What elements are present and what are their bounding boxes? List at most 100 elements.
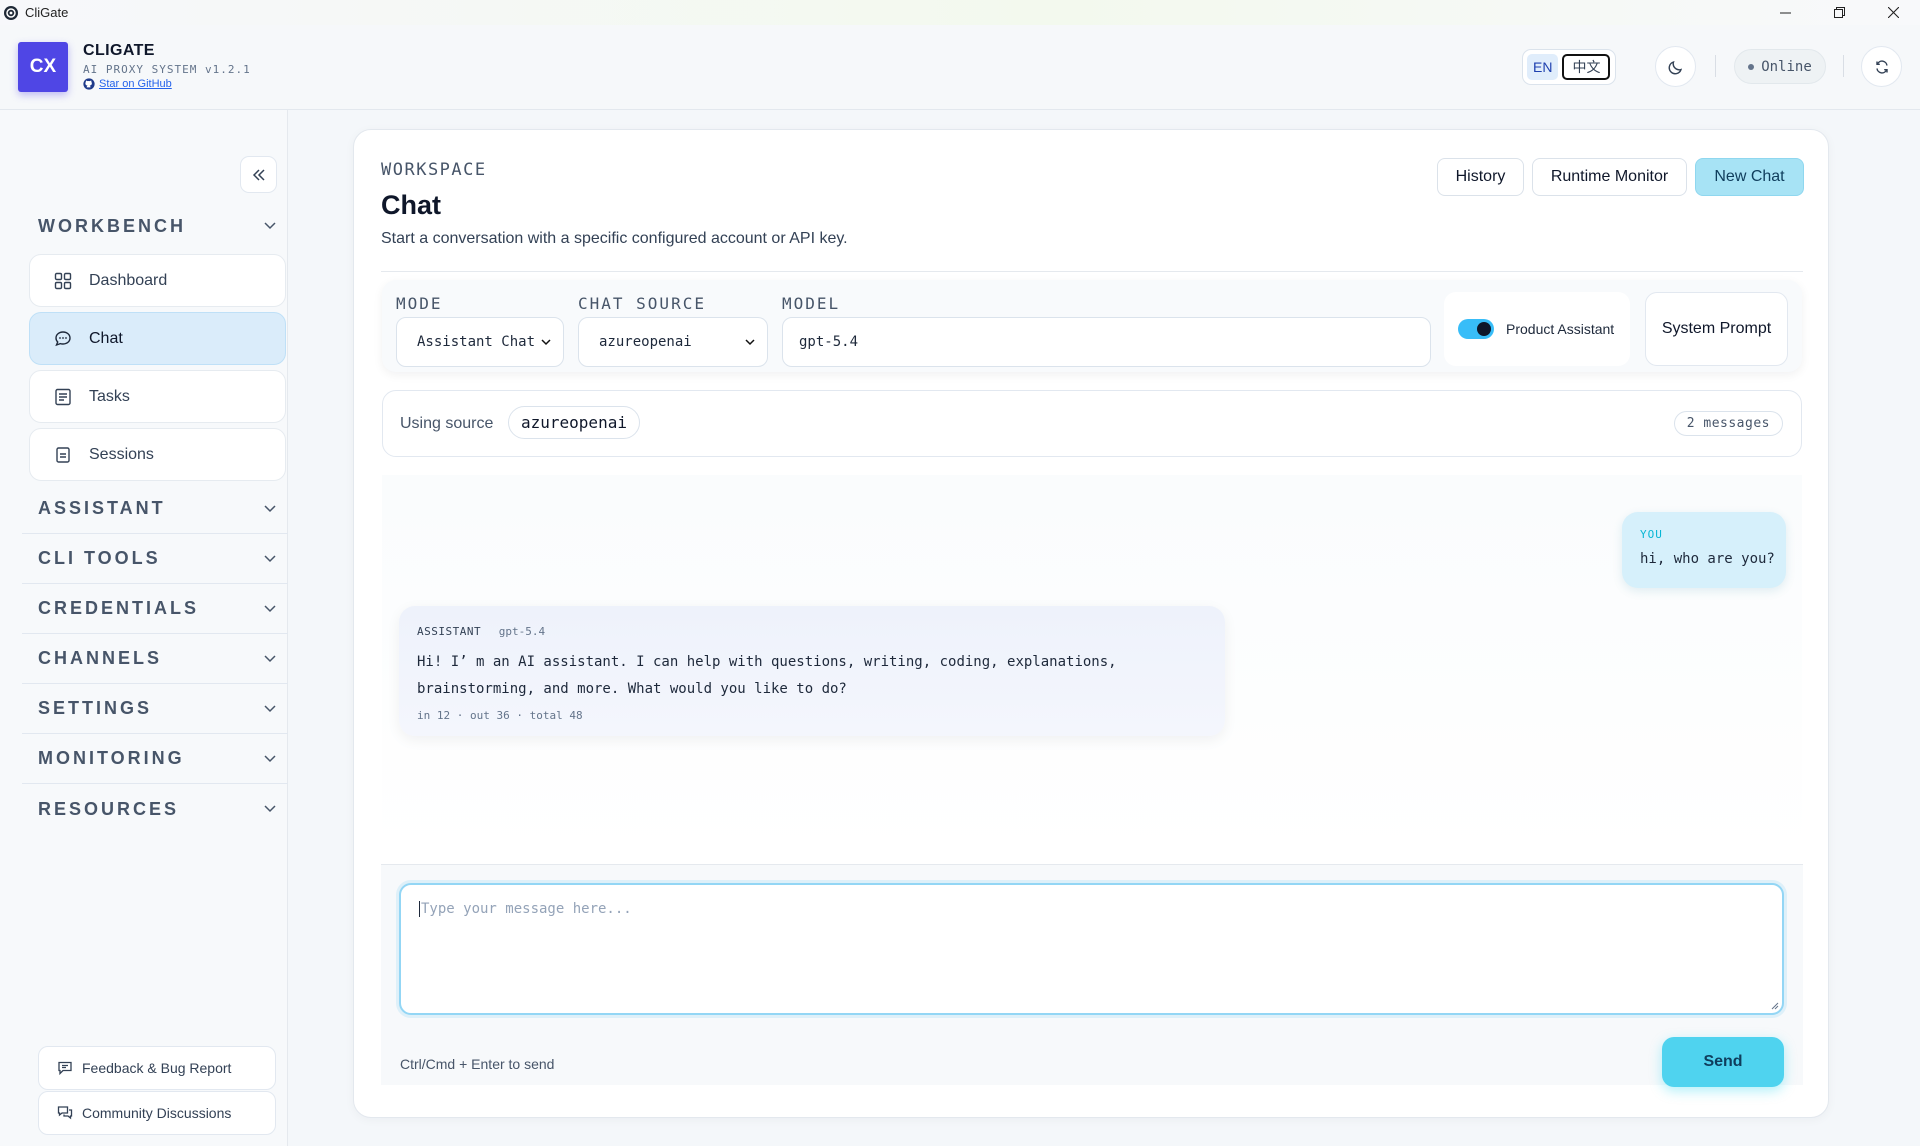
chevron-down-icon bbox=[264, 604, 276, 612]
using-source-label: Using source bbox=[400, 415, 494, 432]
mode-label: MODE bbox=[396, 294, 443, 313]
header-divider bbox=[1715, 55, 1716, 77]
section-label: CREDENTIALS bbox=[38, 598, 200, 618]
logo: CX bbox=[18, 42, 68, 92]
section-cli-tools[interactable]: CLI TOOLS bbox=[22, 534, 288, 584]
text-caret bbox=[419, 901, 420, 917]
runtime-monitor-button[interactable]: Runtime Monitor bbox=[1532, 158, 1687, 196]
refresh-button[interactable] bbox=[1861, 46, 1902, 87]
sidebar-item-tasks[interactable]: Tasks bbox=[29, 370, 286, 423]
sidebar: WORKBENCH Dashboard Chat Tasks Sessions … bbox=[0, 110, 288, 1146]
divider bbox=[381, 271, 1803, 272]
restore-button[interactable] bbox=[1812, 0, 1866, 25]
section-assistant[interactable]: ASSISTANT bbox=[22, 484, 288, 534]
send-button[interactable]: Send bbox=[1662, 1037, 1784, 1087]
sidebar-item-label: Chat bbox=[89, 329, 123, 347]
new-chat-button[interactable]: New Chat bbox=[1695, 158, 1804, 196]
message-input[interactable]: Type your message here... bbox=[399, 883, 1784, 1015]
history-button[interactable]: History bbox=[1437, 158, 1524, 196]
double-chevron-left-icon bbox=[252, 168, 265, 181]
section-monitoring[interactable]: MONITORING bbox=[22, 734, 288, 784]
chevron-down-icon bbox=[264, 654, 276, 662]
page-title: Chat bbox=[381, 190, 441, 220]
message-role: YOU bbox=[1640, 528, 1663, 541]
chevron-down-icon bbox=[264, 754, 276, 762]
collapse-sidebar-button[interactable] bbox=[240, 156, 277, 193]
github-link[interactable]: Star on GitHub bbox=[83, 78, 172, 90]
lang-zh-button[interactable]: 中文 bbox=[1562, 54, 1611, 80]
close-window-button[interactable] bbox=[1866, 0, 1920, 25]
send-hint: Ctrl/Cmd + Enter to send bbox=[400, 1056, 555, 1072]
sidebar-item-label: Sessions bbox=[89, 445, 154, 463]
model-value: gpt-5.4 bbox=[799, 334, 859, 350]
message-placeholder: Type your message here... bbox=[421, 901, 632, 917]
system-prompt-button[interactable]: System Prompt bbox=[1645, 292, 1788, 366]
sidebar-item-sessions[interactable]: Sessions bbox=[29, 428, 286, 481]
message-text: hi, who are you? bbox=[1640, 551, 1775, 567]
chevron-down-icon bbox=[541, 338, 551, 345]
message-model: gpt-5.4 bbox=[498, 625, 546, 638]
chevron-down-icon bbox=[264, 554, 276, 562]
product-assistant-toggle-card: Product Assistant bbox=[1444, 292, 1630, 366]
model-label: MODEL bbox=[782, 294, 841, 313]
section-label: RESOURCES bbox=[38, 798, 180, 819]
section-label: SETTINGS bbox=[38, 698, 153, 718]
community-label: Community Discussions bbox=[82, 1105, 232, 1121]
section-label: CLI TOOLS bbox=[38, 548, 161, 568]
chat-config-panel: MODE Assistant Chat CHAT SOURCE azureope… bbox=[382, 280, 1802, 372]
section-channels[interactable]: CHANNELS bbox=[22, 634, 288, 684]
section-resources[interactable]: RESOURCES bbox=[22, 784, 288, 834]
chevron-down-icon bbox=[264, 222, 276, 230]
section-credentials[interactable]: CREDENTIALS bbox=[22, 584, 288, 634]
feedback-label: Feedback & Bug Report bbox=[82, 1060, 232, 1076]
message-square-icon bbox=[58, 1061, 72, 1076]
user-message: YOU hi, who are you? bbox=[1622, 512, 1786, 588]
chat-source-label: CHAT SOURCE bbox=[578, 294, 706, 313]
product-assistant-toggle[interactable] bbox=[1458, 319, 1494, 339]
section-label: ASSISTANT bbox=[38, 498, 166, 518]
chat-workspace-card: WORKSPACE Chat Start a conversation with… bbox=[353, 129, 1829, 1118]
model-input[interactable]: gpt-5.4 bbox=[782, 317, 1431, 367]
brand-name: CLIGATE bbox=[83, 42, 155, 59]
sidebar-item-dashboard[interactable]: Dashboard bbox=[29, 254, 286, 307]
lang-en-button[interactable]: EN bbox=[1527, 54, 1559, 80]
language-switcher: EN 中文 bbox=[1522, 49, 1616, 85]
messages-icon bbox=[57, 1106, 73, 1120]
minimize-button[interactable] bbox=[1758, 0, 1812, 25]
message-count-badge: 2 messages bbox=[1673, 411, 1783, 436]
status-dot-icon bbox=[1748, 63, 1755, 70]
theme-toggle-button[interactable] bbox=[1655, 46, 1696, 87]
moon-icon bbox=[1668, 60, 1682, 74]
chevron-down-icon bbox=[264, 704, 276, 712]
page-eyebrow: WORKSPACE bbox=[381, 160, 487, 180]
header-divider bbox=[1843, 55, 1844, 77]
message-text: Hi! I’ m an AI assistant. I can help wit… bbox=[417, 654, 1117, 697]
token-usage: in 12 · out 36 · total 48 bbox=[417, 709, 583, 722]
community-button[interactable]: Community Discussions bbox=[38, 1091, 276, 1135]
mode-value: Assistant Chat bbox=[417, 334, 536, 350]
sidebar-item-chat[interactable]: Chat bbox=[29, 312, 286, 365]
page-description: Start a conversation with a specific con… bbox=[381, 230, 848, 247]
source-chip: azureopenai bbox=[508, 406, 640, 439]
status-label: Online bbox=[1761, 58, 1812, 75]
message-role: ASSISTANT bbox=[417, 625, 482, 638]
resize-grip-icon[interactable] bbox=[1769, 1000, 1779, 1010]
app-header: CX CLIGATE AI PROXY SYSTEM v1.2.1 Star o… bbox=[0, 25, 1920, 110]
section-workbench[interactable]: WORKBENCH bbox=[22, 201, 288, 251]
github-link-label: Star on GitHub bbox=[99, 78, 172, 90]
window-title: CliGate bbox=[25, 5, 69, 20]
chat-bubble-icon bbox=[53, 329, 73, 349]
refresh-icon bbox=[1875, 59, 1888, 74]
section-label: WORKBENCH bbox=[38, 215, 186, 236]
chevron-down-icon bbox=[264, 504, 276, 512]
window-titlebar: CliGate bbox=[0, 0, 1920, 25]
section-label: MONITORING bbox=[38, 748, 185, 768]
feedback-button[interactable]: Feedback & Bug Report bbox=[38, 1046, 276, 1090]
grid-icon bbox=[53, 271, 73, 291]
chevron-down-icon bbox=[745, 338, 755, 345]
mode-select[interactable]: Assistant Chat bbox=[396, 317, 564, 367]
task-list-icon bbox=[53, 387, 73, 407]
restore-icon bbox=[1833, 7, 1845, 18]
chat-source-select[interactable]: azureopenai bbox=[578, 317, 768, 367]
section-settings[interactable]: SETTINGS bbox=[22, 684, 288, 734]
